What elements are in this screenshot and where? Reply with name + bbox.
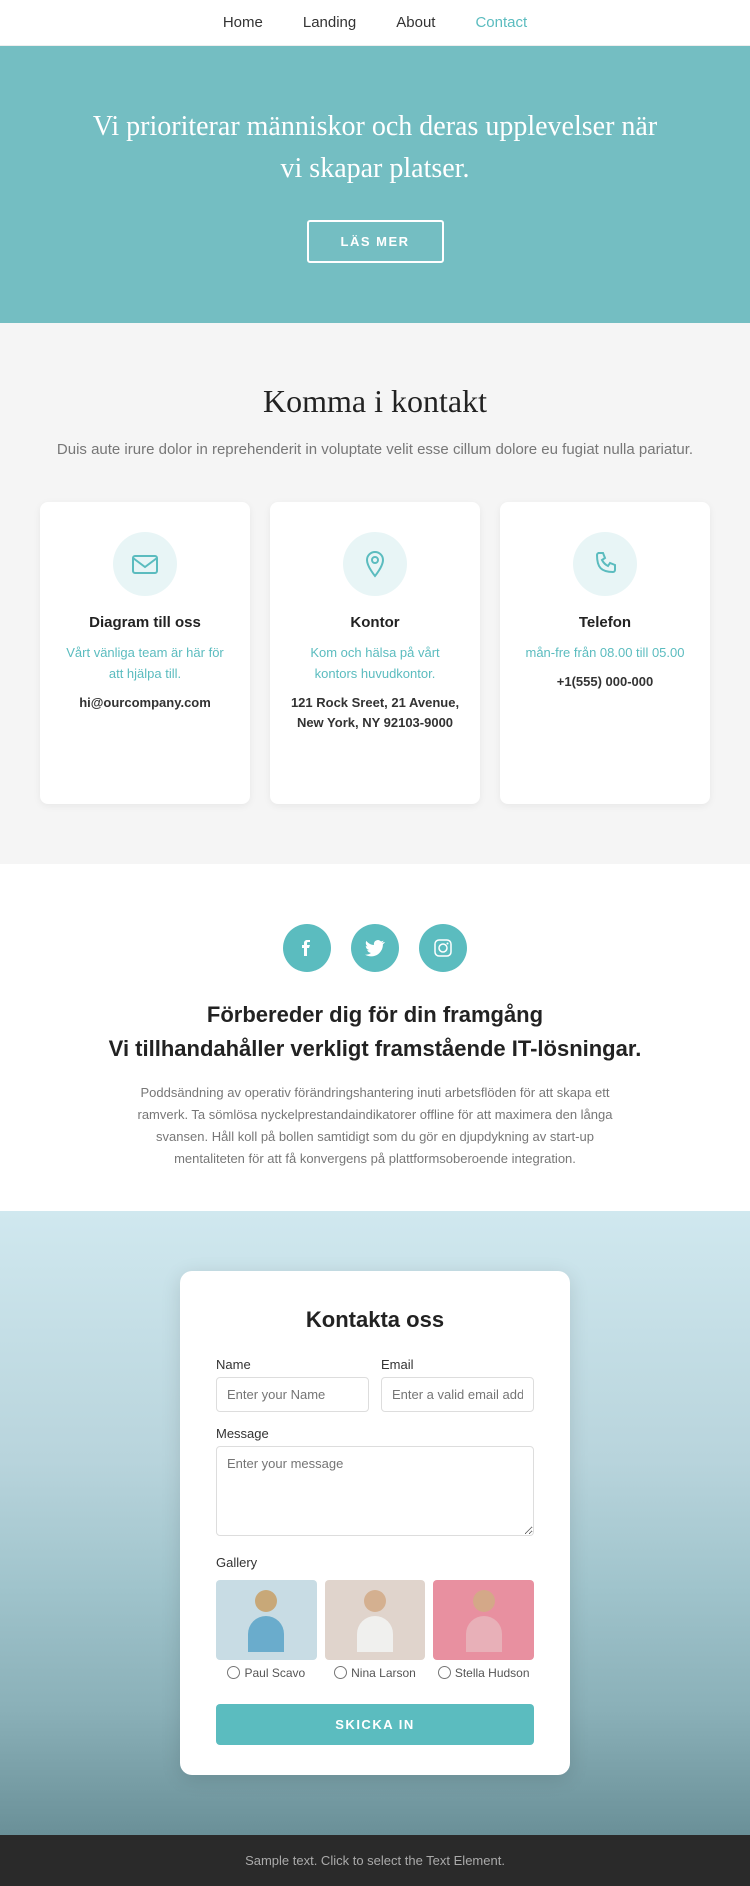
nav-contact[interactable]: Contact [475,14,527,31]
email-card-title: Diagram till oss [60,614,230,631]
hero-heading: Vi prioriterar människor och deras upple… [80,106,670,190]
name-field-group: Name [216,1357,369,1412]
nav-home[interactable]: Home [223,14,263,31]
gallery-item-3: Stella Hudson [433,1580,534,1680]
person-1-select: Paul Scavo [216,1666,317,1680]
gallery-label: Gallery [216,1555,534,1570]
contact-heading: Komma i kontakt [40,383,710,420]
contact-info-section: Komma i kontakt Duis aute irure dolor in… [0,323,750,864]
form-heading: Kontakta oss [216,1307,534,1333]
social-heading-2: Vi tillhandahåller verkligt framstående … [40,1036,710,1062]
name-label: Name [216,1357,369,1372]
gallery-item-1: Paul Scavo [216,1580,317,1680]
location-card-info: 121 Rock Sreet, 21 Avenue,New York, NY 9… [290,693,460,735]
facebook-icon[interactable] [283,924,331,972]
email-card-info: hi@ourcompany.com [60,693,230,714]
hero-cta-button[interactable]: LÄS MER [307,220,444,263]
form-section: Kontakta oss Name Email Message Gallery [0,1211,750,1835]
person-3-select: Stella Hudson [433,1666,534,1680]
name-input[interactable] [216,1377,369,1412]
nav-landing[interactable]: Landing [303,14,356,31]
message-field-group: Message [216,1426,534,1541]
location-card: Kontor Kom och hälsa på vårt kontors huv… [270,502,480,804]
twitter-icon[interactable] [351,924,399,972]
email-field-group: Email [381,1357,534,1412]
form-row-name-email: Name Email [216,1357,534,1412]
location-card-title: Kontor [290,614,460,631]
navigation: Home Landing About Contact [0,0,750,46]
gallery-section: Paul Scavo Nina Larson [216,1580,534,1680]
hero-section: Vi prioriterar människor och deras upple… [0,46,750,323]
person-thumb-2 [325,1580,426,1660]
footer-text: Sample text. Click to select the Text El… [18,1853,732,1868]
submit-button[interactable]: SKICKA IN [216,1704,534,1745]
phone-card-title: Telefon [520,614,690,631]
social-description: Poddsändning av operativ förändringshant… [125,1082,625,1170]
person-thumb-1 [216,1580,317,1660]
person-1-radio[interactable] [227,1666,240,1679]
message-label: Message [216,1426,534,1441]
email-card-link: Vårt vänliga team är här för att hjälpa … [60,643,230,685]
person-3-radio[interactable] [438,1666,451,1679]
phone-card-info: +1(555) 000-000 [520,672,690,693]
contact-cards: Diagram till oss Vårt vänliga team är hä… [40,502,710,804]
location-icon [343,532,407,596]
social-icons [40,924,710,972]
email-input[interactable] [381,1377,534,1412]
person-2-name: Nina Larson [351,1666,416,1680]
gallery-item-2: Nina Larson [325,1580,426,1680]
person-3-name: Stella Hudson [455,1666,530,1680]
person-2-radio[interactable] [334,1666,347,1679]
social-heading-1: Förbereder dig för din framgång [40,1002,710,1028]
email-label: Email [381,1357,534,1372]
phone-card-link: mån-fre från 08.00 till 05.00 [520,643,690,664]
phone-icon [573,532,637,596]
phone-card: Telefon mån-fre från 08.00 till 05.00 +1… [500,502,710,804]
nav-about[interactable]: About [396,14,435,31]
message-input[interactable] [216,1446,534,1536]
social-section: Förbereder dig för din framgång Vi tillh… [0,864,750,1210]
email-card: Diagram till oss Vårt vänliga team är hä… [40,502,250,804]
contact-form-card: Kontakta oss Name Email Message Gallery [180,1271,570,1775]
footer: Sample text. Click to select the Text El… [0,1835,750,1886]
email-icon [113,532,177,596]
person-1-name: Paul Scavo [244,1666,305,1680]
instagram-icon[interactable] [419,924,467,972]
location-card-link: Kom och hälsa på vårt kontors huvudkonto… [290,643,460,685]
contact-description: Duis aute irure dolor in reprehenderit i… [40,438,710,462]
person-thumb-3 [433,1580,534,1660]
person-2-select: Nina Larson [325,1666,426,1680]
